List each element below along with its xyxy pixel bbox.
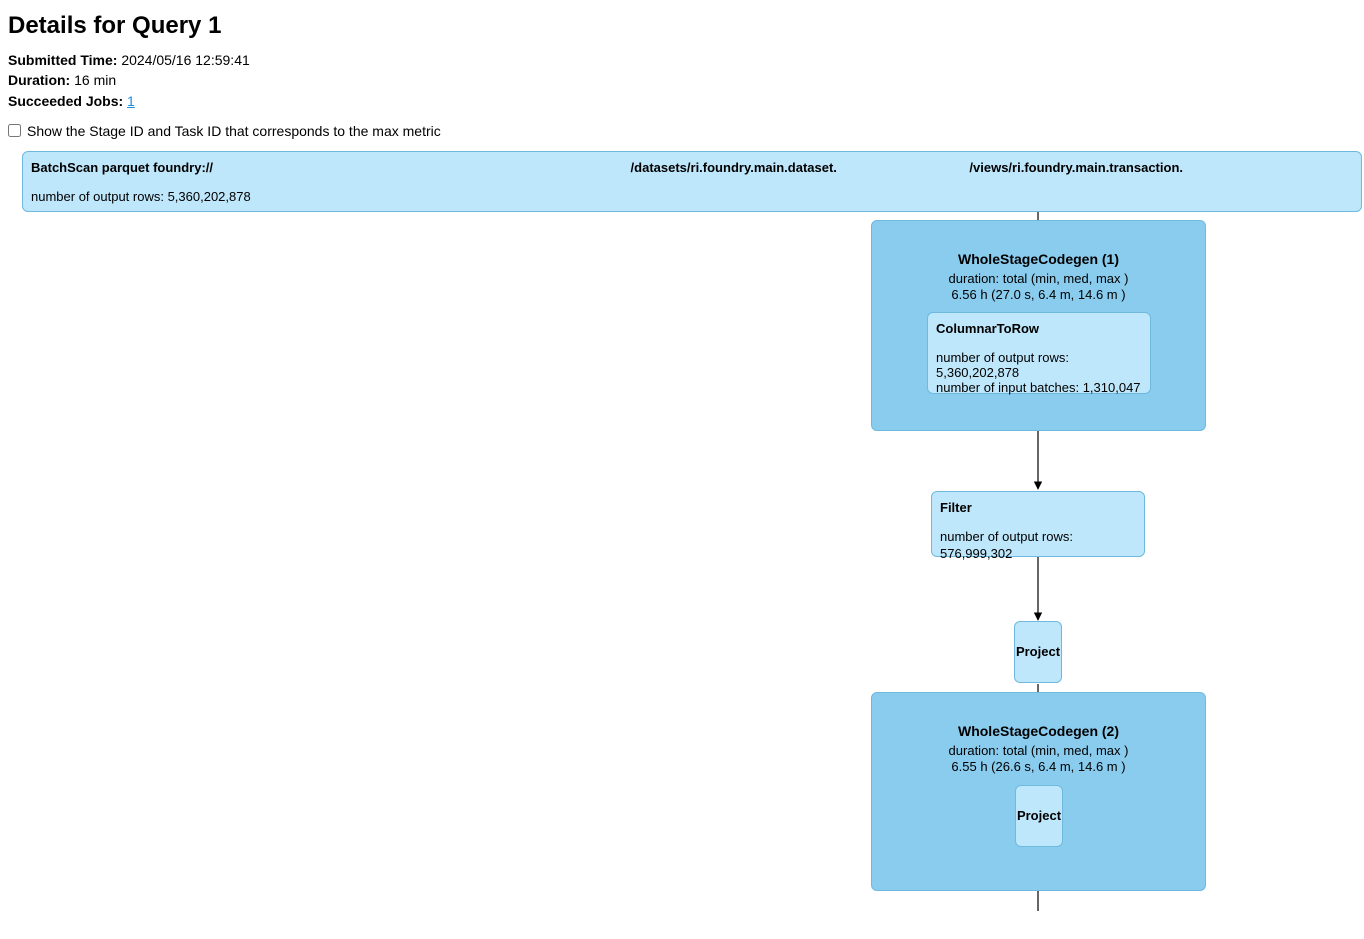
page-title: Details for Query 1: [8, 12, 1356, 40]
colrow-output-rows: number of output rows: 5,360,202,878: [936, 350, 1142, 380]
batchscan-seg3: /views/ri.foundry.main.transaction.: [969, 160, 1183, 175]
show-stage-task-id-label: Show the Stage ID and Task ID that corre…: [27, 123, 441, 139]
plan-node-project-inner[interactable]: Project: [1015, 785, 1063, 847]
wsc2-title: WholeStageCodegen (2): [872, 723, 1205, 739]
plan-node-project[interactable]: Project: [1014, 621, 1062, 683]
wsc1-line2: 6.56 h (27.0 s, 6.4 m, 14.6 m ): [872, 287, 1205, 303]
succeeded-jobs-link[interactable]: 1: [127, 93, 135, 109]
wsc1-line1: duration: total (min, med, max ): [872, 271, 1205, 287]
duration-value: 16 min: [74, 72, 116, 88]
filter-output-rows: number of output rows: 576,999,302: [940, 529, 1136, 563]
submitted-time-label: Submitted Time:: [8, 52, 117, 68]
batchscan-output-rows: number of output rows: 5,360,202,878: [31, 189, 1353, 206]
wsc2-line1: duration: total (min, med, max ): [872, 743, 1205, 759]
plan-node-columnar-to-row[interactable]: ColumnarToRow number of output rows: 5,3…: [927, 312, 1151, 394]
plan-diagram: BatchScan parquet foundry:// /datasets/r…: [22, 151, 1364, 931]
wsc1-title: WholeStageCodegen (1): [872, 251, 1205, 267]
plan-stage-wsc2[interactable]: WholeStageCodegen (2) duration: total (m…: [871, 692, 1206, 891]
plan-node-filter[interactable]: Filter number of output rows: 576,999,30…: [931, 491, 1145, 557]
query-meta: Submitted Time: 2024/05/16 12:59:41 Dura…: [8, 50, 1356, 111]
filter-title: Filter: [940, 500, 1136, 515]
wsc2-line2: 6.55 h (26.6 s, 6.4 m, 14.6 m ): [872, 759, 1205, 775]
project-title: Project: [1016, 644, 1060, 659]
batchscan-seg2: /datasets/ri.foundry.main.dataset.: [631, 160, 837, 175]
colrow-title: ColumnarToRow: [936, 321, 1142, 336]
batchscan-seg1: BatchScan parquet foundry://: [31, 160, 213, 175]
colrow-input-batches: number of input batches: 1,310,047: [936, 380, 1142, 395]
succeeded-jobs-label: Succeeded Jobs:: [8, 93, 123, 109]
show-stage-task-id-checkbox[interactable]: [8, 124, 21, 137]
project2-title: Project: [1017, 808, 1061, 823]
submitted-time-value: 2024/05/16 12:59:41: [121, 52, 249, 68]
plan-stage-wsc1[interactable]: WholeStageCodegen (1) duration: total (m…: [871, 220, 1206, 431]
plan-node-batchscan[interactable]: BatchScan parquet foundry:// /datasets/r…: [22, 151, 1362, 212]
duration-label: Duration:: [8, 72, 70, 88]
